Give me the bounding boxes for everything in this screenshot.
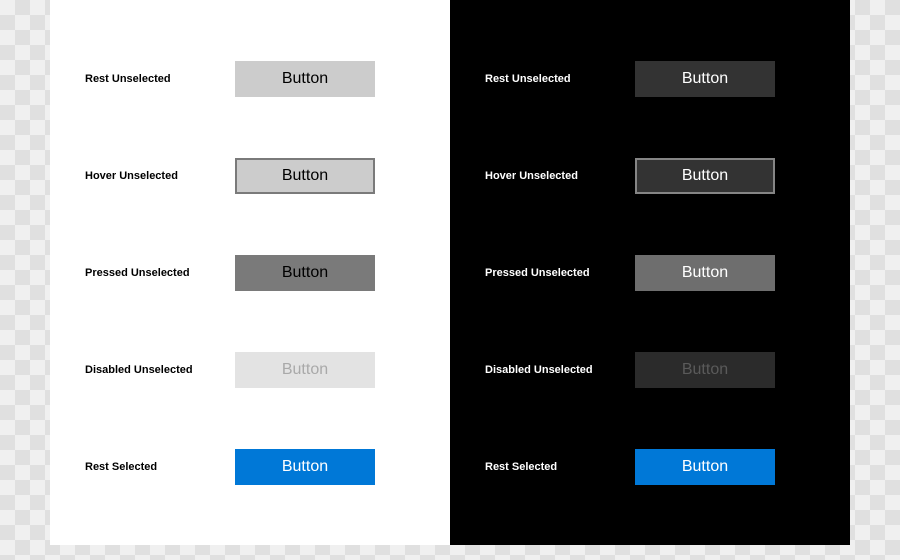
label-rest-unselected: Rest Unselected bbox=[85, 73, 235, 85]
button-disabled-unselected-dark: Button bbox=[635, 352, 775, 388]
label-rest-unselected-dark: Rest Unselected bbox=[485, 73, 635, 85]
row-pressed-unselected: Pressed Unselected Button bbox=[85, 255, 430, 291]
label-rest-selected-dark: Rest Selected bbox=[485, 461, 635, 473]
button-rest-unselected-light[interactable]: Button bbox=[235, 61, 375, 97]
button-pressed-unselected-dark[interactable]: Button bbox=[635, 255, 775, 291]
button-hover-unselected-light[interactable]: Button bbox=[235, 158, 375, 194]
row-rest-unselected: Rest Unselected Button bbox=[85, 61, 430, 97]
button-pressed-unselected-light[interactable]: Button bbox=[235, 255, 375, 291]
row-pressed-unselected-dark: Pressed Unselected Button bbox=[485, 255, 830, 291]
row-hover-unselected-dark: Hover Unselected Button bbox=[485, 158, 830, 194]
row-hover-unselected: Hover Unselected Button bbox=[85, 158, 430, 194]
label-disabled-unselected: Disabled Unselected bbox=[85, 364, 235, 376]
dark-theme-panel: Rest Unselected Button Hover Unselected … bbox=[450, 0, 850, 545]
label-pressed-unselected-dark: Pressed Unselected bbox=[485, 267, 635, 279]
light-theme-panel: Rest Unselected Button Hover Unselected … bbox=[50, 0, 450, 545]
button-disabled-unselected-light: Button bbox=[235, 352, 375, 388]
button-hover-unselected-dark[interactable]: Button bbox=[635, 158, 775, 194]
label-rest-selected: Rest Selected bbox=[85, 461, 235, 473]
row-rest-selected-dark: Rest Selected Button bbox=[485, 449, 830, 485]
row-disabled-unselected-dark: Disabled Unselected Button bbox=[485, 352, 830, 388]
label-disabled-unselected-dark: Disabled Unselected bbox=[485, 364, 635, 376]
button-rest-selected-dark[interactable]: Button bbox=[635, 449, 775, 485]
button-states-showcase: Rest Unselected Button Hover Unselected … bbox=[50, 0, 850, 545]
label-hover-unselected-dark: Hover Unselected bbox=[485, 170, 635, 182]
button-rest-selected-light[interactable]: Button bbox=[235, 449, 375, 485]
row-rest-selected: Rest Selected Button bbox=[85, 449, 430, 485]
label-hover-unselected: Hover Unselected bbox=[85, 170, 235, 182]
row-disabled-unselected: Disabled Unselected Button bbox=[85, 352, 430, 388]
row-rest-unselected-dark: Rest Unselected Button bbox=[485, 61, 830, 97]
label-pressed-unselected: Pressed Unselected bbox=[85, 267, 235, 279]
button-rest-unselected-dark[interactable]: Button bbox=[635, 61, 775, 97]
